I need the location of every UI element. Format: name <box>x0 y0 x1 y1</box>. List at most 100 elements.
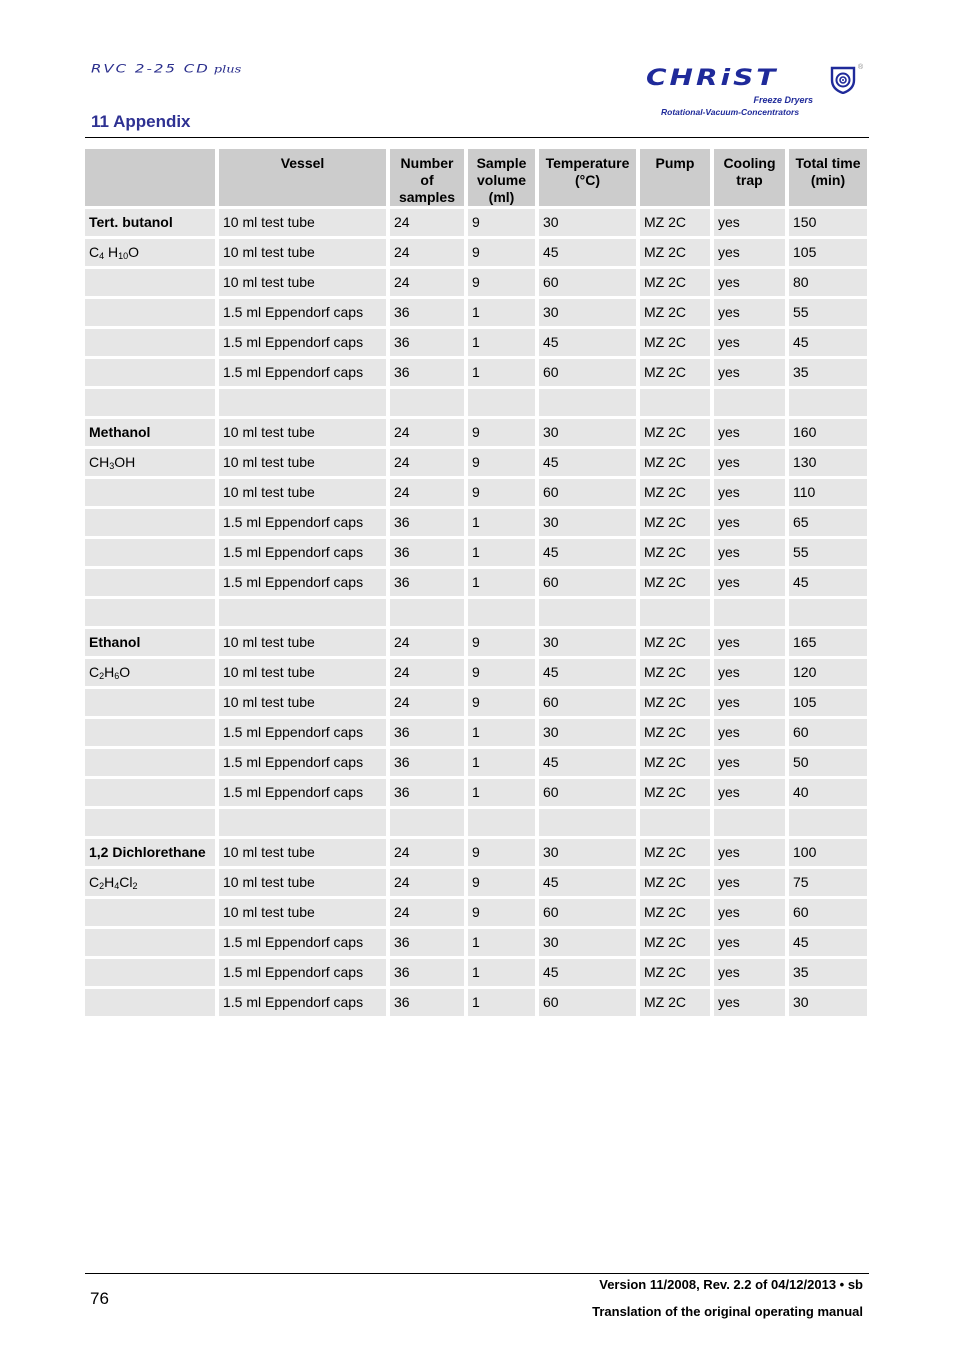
cell-samples: 36 <box>390 569 464 596</box>
cell-vessel: 1.5 ml Eppendorf caps <box>219 989 386 1016</box>
cell-total-time: 55 <box>789 539 867 566</box>
cell-temperature: 45 <box>539 329 636 356</box>
cell-temperature: 60 <box>539 569 636 596</box>
cell-total-time: 35 <box>789 359 867 386</box>
cell-volume: 1 <box>468 329 535 356</box>
substance-name-text: Tert. butanol <box>89 214 173 230</box>
cell-temperature: 45 <box>539 959 636 986</box>
cell-vessel: 1.5 ml Eppendorf caps <box>219 719 386 746</box>
table-row: 1.5 ml Eppendorf caps 36 1 30 MZ 2C yes 60 <box>85 719 867 746</box>
table-row: 1.5 ml Eppendorf caps 36 1 60 MZ 2C yes 30 <box>85 989 867 1016</box>
empty-cell <box>85 809 215 836</box>
substance-name-text: Methanol <box>89 424 151 440</box>
cell-samples: 36 <box>390 749 464 776</box>
empty-cell <box>640 809 710 836</box>
cell-pump: MZ 2C <box>640 899 710 926</box>
empty-cell <box>85 959 215 986</box>
empty-cell <box>85 719 215 746</box>
table-row: 1.5 ml Eppendorf caps 36 1 30 MZ 2C yes 55 <box>85 299 867 326</box>
table-row: C4 H10O 10 ml test tube 24 9 45 MZ 2C yes 105 <box>85 239 867 266</box>
cell-temperature: 45 <box>539 449 636 476</box>
cell-pump: MZ 2C <box>640 839 710 866</box>
footer-divider <box>85 1273 869 1274</box>
cell-total-time: 35 <box>789 959 867 986</box>
cell-total-time: 65 <box>789 509 867 536</box>
header-line: (ml) <box>488 189 515 205</box>
cell-cooling-trap: yes <box>714 989 785 1016</box>
cell-pump: MZ 2C <box>640 359 710 386</box>
empty-cell <box>390 599 464 626</box>
cell-cooling-trap: yes <box>714 359 785 386</box>
cell-pump: MZ 2C <box>640 479 710 506</box>
cell-cooling-trap: yes <box>714 539 785 566</box>
table-row: 10 ml test tube 24 9 60 MZ 2C yes 105 <box>85 689 867 716</box>
header-line: Total time <box>795 155 861 171</box>
cell-cooling-trap: yes <box>714 569 785 596</box>
cell-vessel: 10 ml test tube <box>219 629 386 656</box>
cell-cooling-trap: yes <box>714 329 785 356</box>
cell-pump: MZ 2C <box>640 929 710 956</box>
spacer-row <box>85 389 867 416</box>
empty-cell <box>219 599 386 626</box>
substance-name: Ethanol <box>85 629 215 656</box>
column-header-pump: Pump <box>640 149 710 206</box>
cell-pump: MZ 2C <box>640 569 710 596</box>
table-row: 10 ml test tube 24 9 60 MZ 2C yes 60 <box>85 899 867 926</box>
empty-cell <box>539 389 636 416</box>
empty-cell <box>85 569 215 596</box>
cell-cooling-trap: yes <box>714 419 785 446</box>
empty-cell <box>85 389 215 416</box>
cell-volume: 9 <box>468 479 535 506</box>
header-line: (°C) <box>574 172 601 188</box>
formula-part: C <box>89 664 100 680</box>
formula-part: C <box>89 874 100 890</box>
cell-volume: 1 <box>468 569 535 596</box>
empty-cell <box>85 749 215 776</box>
cell-vessel: 10 ml test tube <box>219 479 386 506</box>
cell-volume: 9 <box>468 239 535 266</box>
header-line: (min) <box>810 172 846 188</box>
table-row: C2H4Cl2 10 ml test tube 24 9 45 MZ 2C yes 75 <box>85 869 867 896</box>
empty-cell <box>468 599 535 626</box>
cell-pump: MZ 2C <box>640 869 710 896</box>
formula-part: O <box>128 244 140 260</box>
cell-samples: 36 <box>390 959 464 986</box>
cell-vessel: 10 ml test tube <box>219 869 386 896</box>
empty-cell <box>714 599 785 626</box>
cell-volume: 9 <box>468 899 535 926</box>
cell-temperature: 60 <box>539 899 636 926</box>
table-body: Tert. butanol 10 ml test tube 24 9 30 MZ 2C ye… <box>85 209 867 1016</box>
cell-total-time: 30 <box>789 989 867 1016</box>
cell-samples: 36 <box>390 779 464 806</box>
cell-samples: 24 <box>390 419 464 446</box>
header-line: volume <box>476 172 526 188</box>
cell-pump: MZ 2C <box>640 539 710 566</box>
table-row: 1.5 ml Eppendorf caps 36 1 45 MZ 2C yes 50 <box>85 749 867 776</box>
cell-temperature: 45 <box>539 659 636 686</box>
cell-vessel: 1.5 ml Eppendorf caps <box>219 539 386 566</box>
cell-cooling-trap: yes <box>714 869 785 896</box>
cell-vessel: 10 ml test tube <box>219 449 386 476</box>
formula-part: H <box>104 664 115 680</box>
cell-temperature: 60 <box>539 689 636 716</box>
cell-total-time: 160 <box>789 419 867 446</box>
column-header-number-of-samples: Number of samples <box>390 149 464 206</box>
cell-pump: MZ 2C <box>640 239 710 266</box>
empty-cell <box>714 389 785 416</box>
cell-pump: MZ 2C <box>640 779 710 806</box>
model-suffix: plus <box>213 64 242 76</box>
formula-part: H <box>104 874 115 890</box>
cell-temperature: 60 <box>539 269 636 296</box>
empty-cell <box>85 299 215 326</box>
cell-vessel: 10 ml test tube <box>219 689 386 716</box>
substance-name: 1,2 Dichlorethane <box>85 839 215 866</box>
table-row: 1,2 Dichlorethane 10 ml test tube 24 9 30 MZ … <box>85 839 867 866</box>
header-line: Number <box>400 155 454 171</box>
cell-volume: 9 <box>468 689 535 716</box>
table-row: 1.5 ml Eppendorf caps 36 1 45 MZ 2C yes 45 <box>85 329 867 356</box>
table-row: 1.5 ml Eppendorf caps 36 1 30 MZ 2C yes 65 <box>85 509 867 536</box>
cell-volume: 1 <box>468 719 535 746</box>
table-row: CH3OH 10 ml test tube 24 9 45 MZ 2C yes 130 <box>85 449 867 476</box>
cell-samples: 24 <box>390 629 464 656</box>
cell-cooling-trap: yes <box>714 659 785 686</box>
